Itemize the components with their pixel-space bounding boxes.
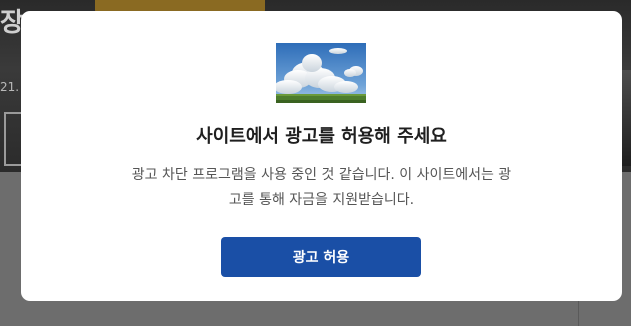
sky-clouds-image — [276, 43, 366, 103]
modal-description: 광고 차단 프로그램을 사용 중인 것 같습니다. 이 사이트에서는 광 고를 … — [111, 163, 532, 213]
adblock-modal: 사이트에서 광고를 허용해 주세요 광고 차단 프로그램을 사용 중인 것 같습… — [21, 11, 622, 301]
background-date: 21. — [0, 80, 20, 94]
page: 장 21. 사이트에서 광고를 허용해 주세요 광고 차단 프로그램을 사용 중… — [0, 0, 631, 326]
allow-ads-button[interactable]: 광고 허용 — [221, 237, 421, 277]
modal-title: 사이트에서 광고를 허용해 주세요 — [196, 126, 447, 147]
modal-description-line-1: 광고 차단 프로그램을 사용 중인 것 같습니다. 이 사이트에서는 광 — [131, 167, 512, 183]
modal-description-line-2: 고를 통해 자금을 지원받습니다. — [228, 192, 415, 208]
